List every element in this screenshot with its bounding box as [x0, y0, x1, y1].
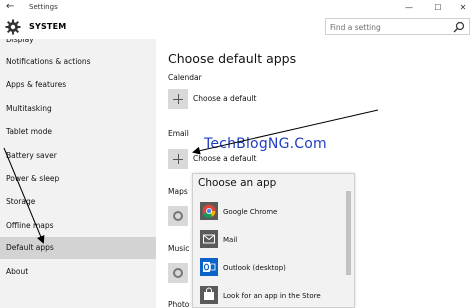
section-title: SYSTEM: [29, 22, 67, 31]
settings-window: ← Settings — ☐ ✕ SYSTEM Find a setting D…: [0, 0, 474, 308]
option-label: Mail: [223, 236, 238, 244]
calendar-default-text: Choose a default: [193, 94, 257, 103]
outlook-icon: [200, 258, 218, 276]
watermark-text: TechBlogNG.Com: [204, 136, 327, 152]
option-label: Outlook (desktop): [223, 264, 286, 272]
option-label: Google Chrome: [223, 208, 278, 216]
maps-label: Maps: [168, 187, 188, 196]
page-header: SYSTEM: [0, 15, 474, 39]
sidebar: Display Notifications & actions Apps & f…: [0, 39, 156, 308]
chrome-icon: [200, 202, 218, 220]
gear-icon: [5, 19, 21, 35]
calendar-default-button[interactable]: Choose a default: [168, 89, 288, 109]
store-icon: [200, 286, 218, 304]
maximize-icon[interactable]: ☐: [425, 0, 451, 15]
choose-app-flyout: Choose an app Google Chrome Mail Outlook…: [192, 173, 355, 308]
option-mail[interactable]: Mail: [193, 226, 345, 254]
mail-icon: [200, 230, 218, 248]
plus-icon: [168, 149, 188, 169]
photos-label: Photo: [168, 300, 190, 308]
option-store[interactable]: Look for an app in the Store: [193, 282, 345, 307]
sidebar-item-notifications[interactable]: Notifications & actions: [0, 51, 156, 73]
music-app-icon: [173, 268, 183, 278]
page-title: Choose default apps: [168, 51, 297, 66]
sidebar-item-battery-saver[interactable]: Battery saver: [0, 145, 156, 167]
sidebar-item-about[interactable]: About: [0, 261, 156, 283]
calendar-label: Calendar: [168, 73, 202, 82]
email-label: Email: [168, 129, 189, 138]
music-app-button[interactable]: [168, 263, 188, 283]
option-outlook-desktop[interactable]: Outlook (desktop): [193, 254, 345, 282]
search-input[interactable]: [330, 20, 448, 34]
maps-app-button[interactable]: [168, 206, 188, 226]
option-label: Look for an app in the Store: [223, 292, 321, 300]
sidebar-item-multitasking[interactable]: Multitasking: [0, 98, 156, 120]
sidebar-item-display[interactable]: Display: [0, 39, 156, 51]
search-icon[interactable]: [453, 21, 465, 33]
sidebar-item-default-apps[interactable]: Default apps: [0, 237, 156, 259]
search-box[interactable]: [325, 18, 470, 35]
music-label: Music: [168, 244, 190, 253]
title-bar: ← Settings — ☐ ✕: [0, 0, 474, 15]
flyout-scrollbar[interactable]: [346, 191, 351, 275]
flyout-title: Choose an app: [198, 177, 277, 189]
minimize-icon[interactable]: —: [396, 0, 422, 15]
plus-icon: [168, 89, 188, 109]
option-google-chrome[interactable]: Google Chrome: [193, 198, 345, 226]
back-arrow-icon[interactable]: ←: [6, 0, 18, 15]
sidebar-item-storage[interactable]: Storage: [0, 191, 156, 213]
maps-app-icon: [173, 211, 183, 221]
sidebar-item-tablet-mode[interactable]: Tablet mode: [0, 121, 156, 143]
sidebar-item-power-sleep[interactable]: Power & sleep: [0, 168, 156, 190]
close-icon[interactable]: ✕: [450, 0, 474, 15]
sidebar-item-offline-maps[interactable]: Offline maps: [0, 215, 156, 237]
sidebar-item-apps-features[interactable]: Apps & features: [0, 74, 156, 96]
window-title: Settings: [29, 3, 58, 11]
